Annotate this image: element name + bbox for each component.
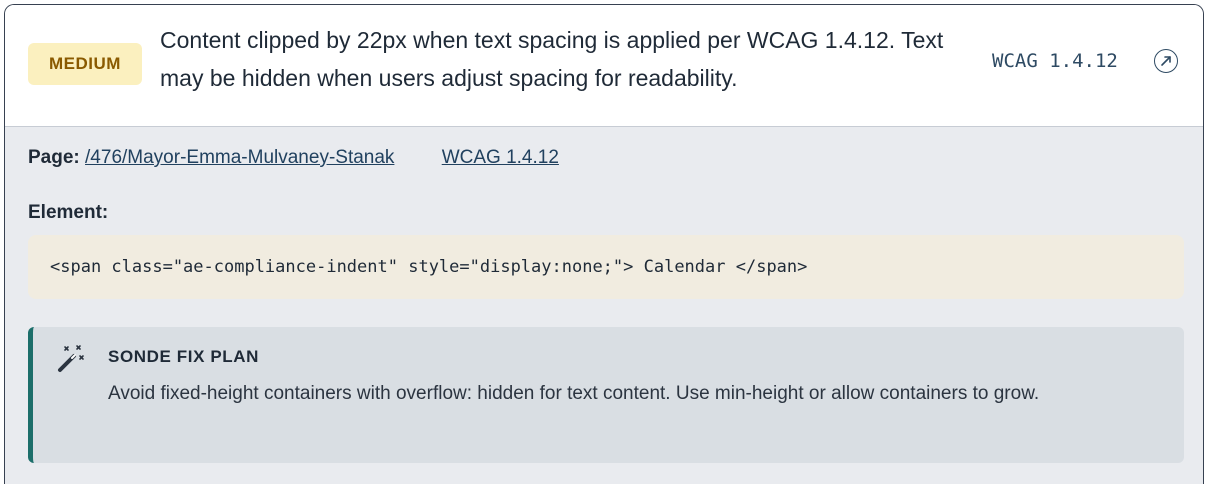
page-label: Page: bbox=[28, 147, 80, 168]
fix-plan-panel: SONDE FIX PLAN Avoid fixed-height contai… bbox=[28, 327, 1184, 463]
external-link-icon[interactable] bbox=[1154, 49, 1178, 73]
issue-header[interactable]: MEDIUM Content clipped by 22px when text… bbox=[5, 5, 1203, 127]
magic-wand-icon bbox=[55, 343, 87, 375]
severity-badge: MEDIUM bbox=[28, 43, 142, 85]
fix-plan-body: Avoid fixed-height containers with overf… bbox=[108, 383, 1040, 404]
criterion-link[interactable]: WCAG 1.4.12 bbox=[442, 147, 559, 168]
issue-card: MEDIUM Content clipped by 22px when text… bbox=[4, 4, 1204, 484]
element-code: <span class="ae-compliance-indent" style… bbox=[28, 235, 1184, 299]
element-label: Element: bbox=[28, 202, 109, 223]
issue-summary: Content clipped by 22px when text spacin… bbox=[160, 27, 944, 91]
criterion-tag: WCAG 1.4.12 bbox=[992, 50, 1118, 72]
fix-plan-title: SONDE FIX PLAN bbox=[108, 347, 260, 366]
page-path-link[interactable]: /476/Mayor-Emma-Mulvaney-Stanak bbox=[85, 147, 394, 168]
page-info: Page: /476/Mayor-Emma-Mulvaney-Stanak WC… bbox=[28, 147, 559, 169]
